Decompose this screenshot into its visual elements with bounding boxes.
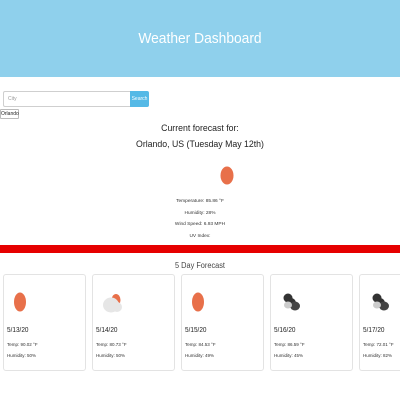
history-item-orlando[interactable]: Orlando xyxy=(0,109,19,119)
forecast-card-3: 5/15/20 Temp: 84.53 °F Humidity: 49% xyxy=(181,274,264,371)
section-divider xyxy=(0,245,400,253)
forecast-humidity: Humidity: 45% xyxy=(274,353,304,358)
app-header: Weather Dashboard xyxy=(0,0,400,77)
forecast-temp: Temp: 80.73 °F xyxy=(96,342,127,347)
five-day-title: 5 Day Forecast xyxy=(175,261,225,270)
forecast-humidity: Humidity: 82% xyxy=(363,353,393,358)
broken-clouds-icon xyxy=(283,293,300,311)
forecast-date: 5/17/20 xyxy=(363,327,385,334)
forecast-card-1: 5/13/20 Temp: 90.02 °F Humidity: 50% xyxy=(3,274,86,371)
forecast-temp: Temp: 72.01 °F xyxy=(363,342,394,347)
current-details: Temperature: 85.86 °F Humidity: 28% Wind… xyxy=(0,196,400,242)
forecast-temp: Temp: 90.02 °F xyxy=(7,342,38,347)
current-uv-index: UV Index: xyxy=(189,233,211,239)
forecast-temp: Temp: 86.59 °F xyxy=(274,342,305,347)
forecast-humidity: Humidity: 49% xyxy=(185,353,215,358)
current-humidity: Humidity: 28% xyxy=(184,210,216,216)
sun-icon xyxy=(220,166,234,185)
forecast-humidity: Humidity: 50% xyxy=(7,353,37,358)
forecast-date: 5/14/20 xyxy=(96,327,118,334)
sun-icon xyxy=(14,292,26,312)
partly-cloudy-icon xyxy=(103,294,122,313)
sun-icon xyxy=(192,292,204,312)
search-bar: Search xyxy=(3,91,149,107)
current-location-date: Orlando, US (Tuesday May 12th) xyxy=(136,139,264,150)
forecast-card-4: 5/16/20 Temp: 86.59 °F Humidity: 45% xyxy=(270,274,353,371)
current-forecast-heading: Current forecast for: xyxy=(161,123,239,134)
forecast-date: 5/15/20 xyxy=(185,327,207,334)
forecast-card-5: 5/17/20 Temp: 72.01 °F Humidity: 82% xyxy=(359,274,400,371)
current-temperature: Temperature: 85.86 °F xyxy=(176,199,224,204)
page-title: Weather Dashboard xyxy=(138,30,262,47)
forecast-temp: Temp: 84.53 °F xyxy=(185,342,216,347)
search-button[interactable]: Search xyxy=(130,91,149,107)
current-forecast: Current forecast for: Orlando, US (Tuesd… xyxy=(0,120,400,150)
broken-clouds-icon xyxy=(372,293,389,311)
forecast-card-2: 5/14/20 Temp: 80.73 °F Humidity: 50% xyxy=(92,274,175,371)
current-wind-speed: Wind Speed: 6.93 MPH xyxy=(174,222,226,227)
forecast-date: 5/16/20 xyxy=(274,327,296,334)
forecast-humidity: Humidity: 50% xyxy=(96,353,126,358)
forecast-date: 5/13/20 xyxy=(7,327,29,334)
city-search-input[interactable] xyxy=(3,91,130,107)
